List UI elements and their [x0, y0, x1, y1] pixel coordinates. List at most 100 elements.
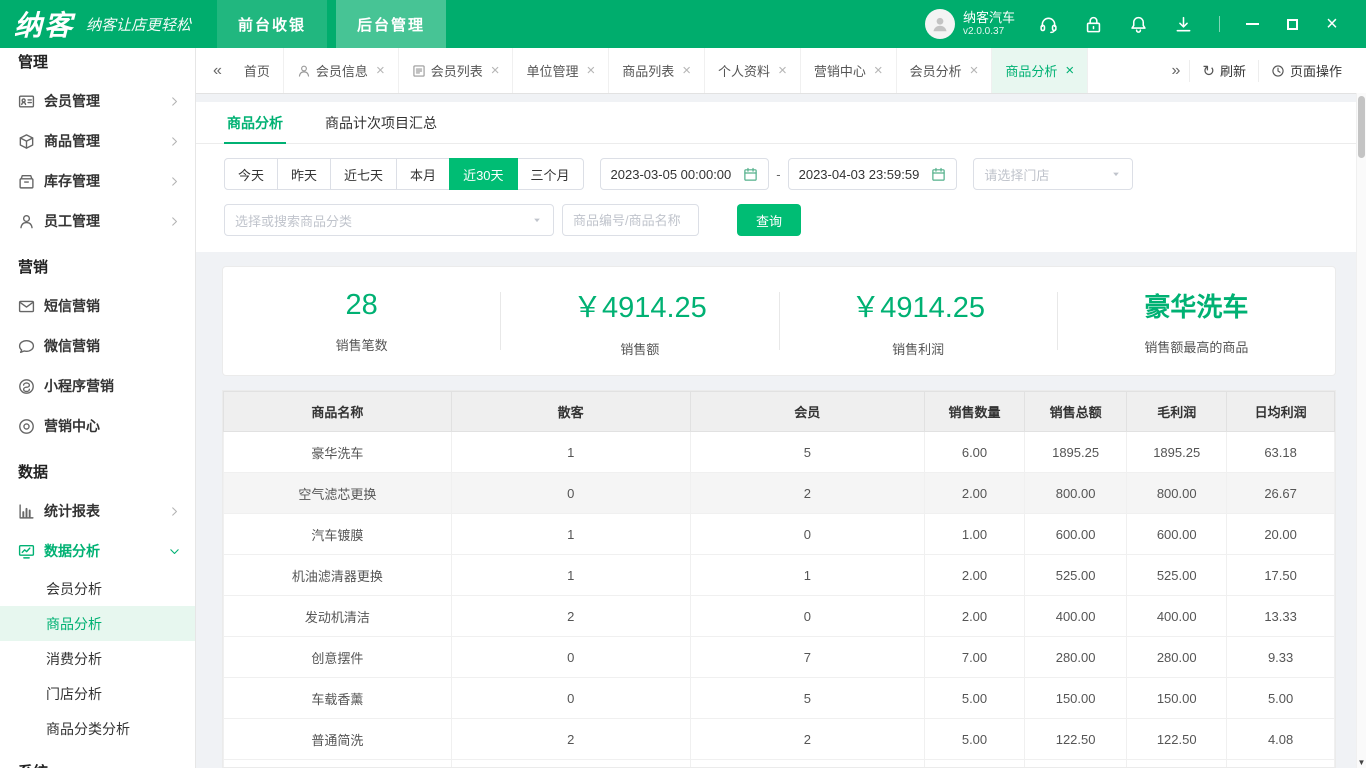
- avatar[interactable]: [925, 9, 955, 39]
- page-tab-label: 会员信息: [316, 61, 368, 80]
- close-tab-icon[interactable]: ×: [491, 62, 500, 79]
- range-button-3[interactable]: 本月: [396, 158, 450, 190]
- sidebar-item-9[interactable]: 营销中心: [0, 406, 195, 446]
- category-select[interactable]: 选择或搜索商品分类: [224, 204, 554, 236]
- sidebar-item-11[interactable]: 统计报表: [0, 491, 195, 531]
- scroll-down-arrow[interactable]: ▼: [1357, 758, 1366, 767]
- page-tab-0[interactable]: 首页: [231, 48, 284, 93]
- close-button[interactable]: ×: [1312, 9, 1352, 39]
- table-cell: 280.00: [1127, 637, 1227, 678]
- refresh-button[interactable]: ↻ 刷新: [1189, 60, 1258, 82]
- minimize-button[interactable]: [1232, 9, 1272, 39]
- category-select-placeholder: 选择或搜索商品分类: [235, 211, 352, 230]
- lock-icon[interactable]: [1084, 15, 1103, 34]
- table-cell: 2.00: [925, 555, 1025, 596]
- sidebar-item-7[interactable]: 微信营销: [0, 326, 195, 366]
- sidebar-subitem-16[interactable]: 门店分析: [0, 676, 195, 711]
- close-tab-icon[interactable]: ×: [874, 62, 883, 79]
- table-row-3[interactable]: 机油滤清器更换112.00525.00525.0017.50: [224, 555, 1335, 596]
- sidebar-item-1[interactable]: 会员管理: [0, 81, 195, 121]
- page-tab-5[interactable]: 个人资料 ×: [705, 48, 801, 93]
- sidebar-subitem-17[interactable]: 商品分类分析: [0, 711, 195, 746]
- scrollbar[interactable]: ▼: [1356, 93, 1366, 768]
- sidebar-item-label: 数据分析: [44, 541, 100, 561]
- scrollbar-thumb[interactable]: [1358, 96, 1365, 158]
- page-ops-button[interactable]: 页面操作: [1258, 60, 1354, 82]
- page-tab-8[interactable]: 商品分析×: [992, 48, 1088, 93]
- table-row-7[interactable]: 普通简洗225.00122.50122.504.08: [224, 719, 1335, 760]
- topnav-tab-1[interactable]: 后台管理: [336, 0, 446, 48]
- page-tab-label: 个人资料: [718, 61, 770, 80]
- close-tab-icon[interactable]: ×: [1065, 62, 1074, 79]
- start-date-input[interactable]: 2023-03-05 00:00:00: [600, 158, 770, 190]
- sidebar-subitem-15[interactable]: 消费分析: [0, 641, 195, 676]
- sidebar-group-18: 系统: [0, 746, 195, 768]
- range-button-4[interactable]: 近30天: [449, 158, 517, 190]
- range-button-2[interactable]: 近七天: [330, 158, 397, 190]
- table-cell: 1.00: [925, 514, 1025, 555]
- inventory-icon: [18, 173, 35, 190]
- close-tab-icon[interactable]: ×: [376, 62, 385, 79]
- close-tab-icon[interactable]: ×: [970, 62, 979, 79]
- tabs-scroll-left[interactable]: «: [204, 62, 231, 80]
- table-cell: 525.00: [1127, 555, 1227, 596]
- stat-1: ￥4914.25销售额: [501, 284, 778, 358]
- sidebar-item-8[interactable]: 小程序营销: [0, 366, 195, 406]
- table-row-0[interactable]: 豪华洗车156.001895.251895.2563.18: [224, 432, 1335, 473]
- store-select[interactable]: 请选择门店: [973, 158, 1133, 190]
- sidebar-item-4[interactable]: 员工管理: [0, 201, 195, 241]
- table-row-5[interactable]: 创意摆件077.00280.00280.009.33: [224, 637, 1335, 678]
- page-tab-7[interactable]: 会员分析×: [897, 48, 993, 93]
- table-cell: 400.00: [1025, 596, 1127, 637]
- page-tab-6[interactable]: 营销中心 ×: [801, 48, 897, 93]
- close-tab-icon[interactable]: ×: [587, 62, 596, 79]
- app-window: 纳客 纳客让店更轻松 前台收银后台管理 纳客汽车 v2.0.0.37 × 管理会…: [0, 0, 1366, 768]
- maximize-button[interactable]: [1272, 9, 1312, 39]
- table-cell: 0: [451, 678, 690, 719]
- sidebar-item-label: 库存管理: [44, 171, 100, 191]
- page-tab-label: 营销中心: [814, 61, 866, 80]
- bell-icon[interactable]: [1129, 15, 1148, 34]
- subtab-1[interactable]: 商品计次项目汇总: [322, 102, 440, 143]
- page-tab-2[interactable]: 会员列表×: [399, 48, 514, 93]
- page-tab-1[interactable]: 会员信息 ×: [284, 48, 399, 93]
- sidebar-item-12[interactable]: 数据分析: [0, 531, 195, 571]
- range-button-5[interactable]: 三个月: [517, 158, 584, 190]
- table-cell: 150.00: [1025, 678, 1127, 719]
- sidebar-subitem-13[interactable]: 会员分析: [0, 571, 195, 606]
- sidebar-item-2[interactable]: 商品管理: [0, 121, 195, 161]
- keyword-input[interactable]: [562, 204, 699, 236]
- tabs-scroll-right[interactable]: »: [1162, 62, 1189, 80]
- chevron-right-icon: [168, 505, 181, 518]
- staff-icon: [18, 213, 35, 230]
- table-cell: 26.67: [1227, 473, 1335, 514]
- close-tab-icon[interactable]: ×: [778, 62, 787, 79]
- table-row-8[interactable]: 雨刮器更换112.0090.0090.003.00: [224, 760, 1335, 768]
- user-meta[interactable]: 纳客汽车 v2.0.0.37: [963, 10, 1015, 39]
- end-date-value: 2023-04-03 23:59:59: [799, 167, 920, 182]
- query-button[interactable]: 查询: [737, 204, 801, 236]
- wechat-icon: [18, 338, 35, 355]
- page-tab-4[interactable]: 商品列表×: [609, 48, 705, 93]
- page-tab-3[interactable]: 单位管理×: [513, 48, 609, 93]
- sidebar-subitem-14[interactable]: 商品分析: [0, 606, 195, 641]
- table-row-2[interactable]: 汽车镀膜101.00600.00600.0020.00: [224, 514, 1335, 555]
- table-cell: 3.00: [1227, 760, 1335, 768]
- end-date-input[interactable]: 2023-04-03 23:59:59: [788, 158, 958, 190]
- table-row-4[interactable]: 发动机清洁202.00400.00400.0013.33: [224, 596, 1335, 637]
- sidebar-item-6[interactable]: 短信营销: [0, 286, 195, 326]
- table-row-1[interactable]: 空气滤芯更换022.00800.00800.0026.67: [224, 473, 1335, 514]
- range-button-1[interactable]: 昨天: [277, 158, 331, 190]
- close-tab-icon[interactable]: ×: [682, 62, 691, 79]
- app-logo: 纳客: [0, 4, 84, 44]
- avatar-person-icon: [930, 14, 950, 34]
- sms-icon: [18, 298, 35, 315]
- sidebar-item-3[interactable]: 库存管理: [0, 161, 195, 201]
- download-icon[interactable]: [1174, 15, 1193, 34]
- subtab-0[interactable]: 商品分析: [224, 102, 286, 143]
- table-cell: 1895.25: [1127, 432, 1227, 473]
- service-icon[interactable]: [1039, 15, 1058, 34]
- table-row-6[interactable]: 车载香薰055.00150.00150.005.00: [224, 678, 1335, 719]
- topnav-tab-0[interactable]: 前台收银: [217, 0, 327, 48]
- range-button-0[interactable]: 今天: [224, 158, 278, 190]
